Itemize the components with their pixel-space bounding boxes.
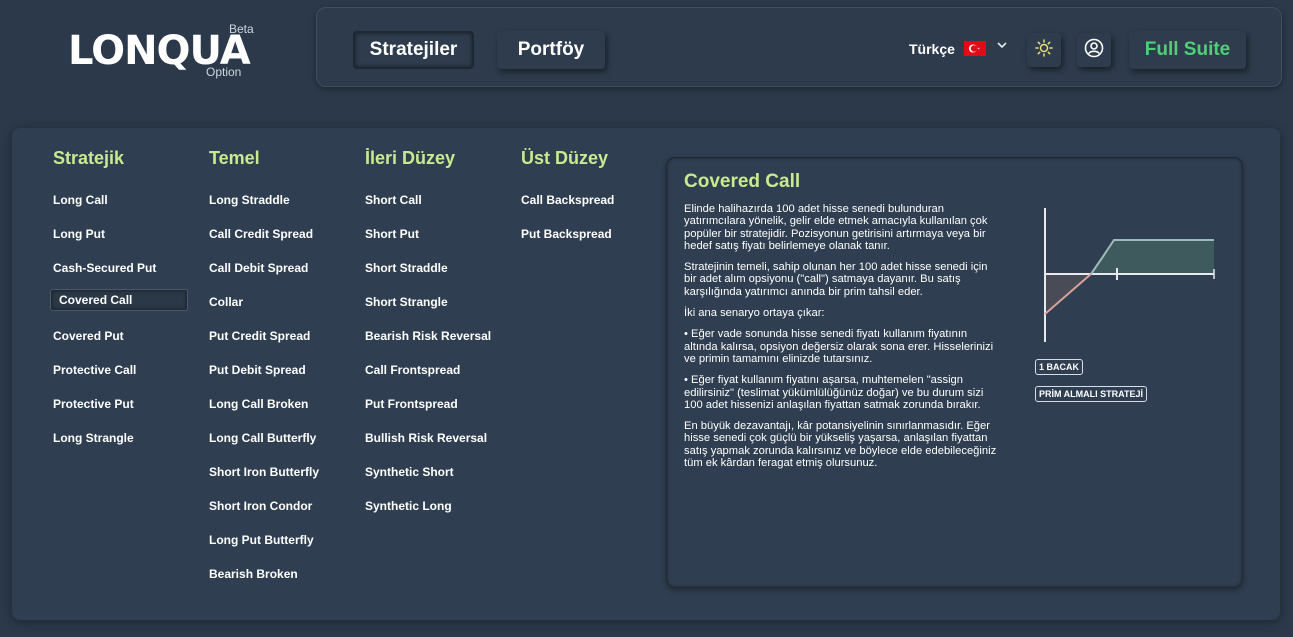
theme-toggle-button[interactable] [1027, 33, 1061, 67]
sun-icon [1035, 38, 1053, 62]
description-paragraph: • Eğer vade sonunda hisse senedi fiyatı … [684, 328, 994, 365]
description-paragraph: En büyük dezavantajı, kâr potansiyelinin… [684, 420, 997, 470]
strategy-item[interactable]: Short Strangle [365, 295, 448, 309]
strategy-item[interactable]: Call Frontspread [365, 363, 460, 377]
strategy-item[interactable]: Short Straddle [365, 261, 448, 275]
description-paragraph: İki ana senaryo ortaya çıkar: [684, 307, 825, 320]
column-title: Temel [209, 148, 260, 168]
strategy-detail-title: Covered Call [684, 171, 801, 192]
beta-badge: Beta [229, 22, 254, 36]
strategy-item[interactable]: Long Put Butterfly [209, 533, 314, 547]
strategy-detail-card: Covered Call Elinde halihazırda 100 adet… [666, 157, 1243, 588]
strategy-item[interactable]: Put Backspread [521, 227, 612, 241]
strategy-item[interactable]: Bullish Risk Reversal [365, 431, 487, 445]
description-paragraph: Elinde halihazırda 100 adet hisse senedi… [684, 203, 988, 252]
strategy-item[interactable]: Synthetic Short [365, 465, 454, 479]
strategy-item[interactable]: Protective Put [53, 397, 134, 411]
description-paragraph: • Eğer fiyat kullanım fiyatını aşarsa, m… [684, 374, 984, 411]
language-label[interactable]: Türkçe [909, 41, 955, 57]
strategy-item[interactable]: Cash-Secured Put [53, 261, 156, 275]
top-navigation: Stratejiler Portföy Türkçe Full Suite [316, 7, 1282, 87]
strategy-item[interactable]: Bearish Risk Reversal [365, 329, 491, 343]
column-title: İleri Düzey [365, 148, 456, 168]
strategy-item[interactable]: Put Frontspread [365, 397, 458, 411]
strategy-item[interactable]: Collar [209, 295, 243, 309]
strategy-item[interactable]: Call Backspread [521, 193, 614, 207]
turkey-flag-icon[interactable] [964, 41, 986, 56]
strategy-item[interactable]: Long Call [53, 193, 108, 207]
user-icon [1084, 38, 1104, 63]
logo[interactable]: LONQUA Beta Option [68, 22, 258, 82]
nav-strategies-button[interactable]: Stratejiler [353, 31, 474, 69]
chevron-down-icon[interactable] [996, 38, 1008, 54]
strategy-item[interactable]: Short Iron Butterfly [209, 465, 319, 479]
strategy-item[interactable]: Protective Call [53, 363, 136, 377]
strategy-item[interactable]: Long Call Broken [209, 397, 308, 411]
strategy-item[interactable]: Call Debit Spread [209, 261, 308, 275]
column-title: Üst Düzey [521, 148, 609, 168]
strategy-item[interactable]: Covered Put [53, 329, 124, 343]
strategy-panel: Stratejik Long Call Long Put Cash-Secure… [12, 128, 1280, 620]
strategy-item[interactable]: Long Put [53, 227, 105, 241]
account-button[interactable] [1077, 33, 1111, 67]
description-paragraph: Stratejinin temeli, sahip olunan her 100… [684, 261, 988, 298]
strategy-item[interactable]: Short Call [365, 193, 422, 207]
strategy-item[interactable]: Put Credit Spread [209, 329, 310, 343]
strategy-item[interactable]: Long Call Butterfly [209, 431, 316, 445]
strategy-item[interactable]: Bearish Broken [209, 567, 298, 581]
payoff-diagram [1044, 208, 1215, 342]
full-suite-button[interactable]: Full Suite [1129, 31, 1246, 69]
strategy-item[interactable]: Short Put [365, 227, 419, 241]
column-title: Stratejik [53, 148, 125, 168]
strategy-item[interactable]: Synthetic Long [365, 499, 452, 513]
strategy-type-badge: PRİM ALMALI STRATEJİ [1035, 386, 1147, 402]
strategy-description: Elinde halihazırda 100 adet hisse senedi… [684, 203, 1002, 478]
strategy-item[interactable]: Short Iron Condor [209, 499, 312, 513]
logo-subtitle: Option [206, 65, 242, 79]
strategy-item[interactable]: Long Straddle [209, 193, 290, 207]
nav-portfolio-button[interactable]: Portföy [497, 31, 605, 69]
strategy-item-selected[interactable]: Covered Call [50, 289, 188, 311]
strategy-item[interactable]: Call Credit Spread [209, 227, 313, 241]
legs-badge: 1 BACAK [1035, 359, 1084, 375]
strategy-item[interactable]: Put Debit Spread [209, 363, 306, 377]
strategy-item[interactable]: Long Strangle [53, 431, 134, 445]
